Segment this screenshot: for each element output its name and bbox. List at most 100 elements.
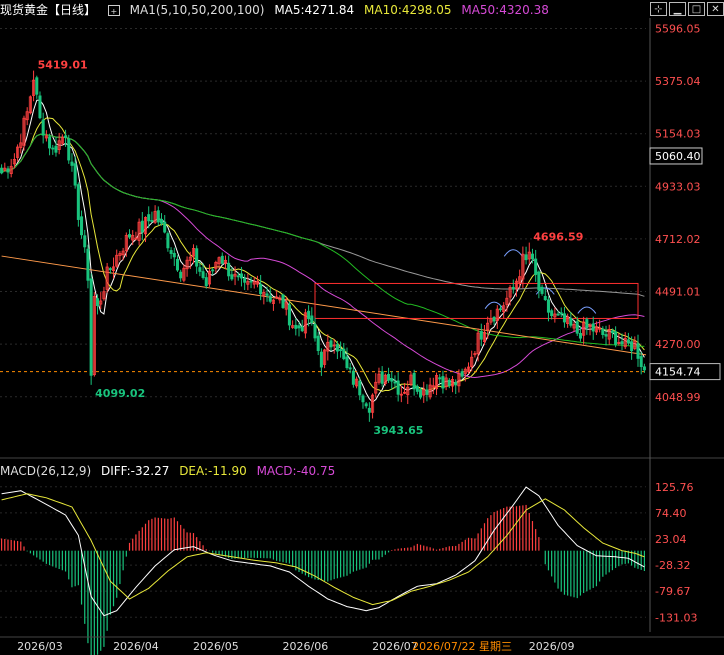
pattern-arc-2 <box>577 306 597 314</box>
candle-body <box>393 381 397 384</box>
ma200-line <box>1 133 645 297</box>
candle-body <box>313 324 317 339</box>
candle-body <box>438 377 442 380</box>
price-tick-label: 4491.01 <box>655 286 701 299</box>
candle-body <box>447 379 451 386</box>
candle-body <box>265 293 269 296</box>
candle-body <box>230 274 234 280</box>
candle-body <box>243 278 247 283</box>
candle-body <box>419 389 423 398</box>
macd-tick-label: -131.03 <box>655 611 697 624</box>
candle-body <box>390 378 394 382</box>
candle-body <box>575 321 579 334</box>
candle-body <box>147 214 151 222</box>
candle-body <box>412 372 416 390</box>
candle-body <box>550 310 554 317</box>
macd-tick-label: 23.04 <box>655 533 687 546</box>
candle-body <box>48 136 52 149</box>
candle-body <box>335 344 339 352</box>
price-tick-label: 4933.03 <box>655 180 701 193</box>
candle-body <box>198 267 202 272</box>
candle-body <box>441 376 445 389</box>
candle-body <box>569 317 573 326</box>
candle-body <box>35 77 39 95</box>
window-tools: ⊹ ▁ □ ✕ <box>650 2 724 16</box>
candle-body <box>546 299 550 313</box>
candle-body <box>211 269 215 272</box>
crosshair-icon[interactable]: ⊹ <box>650 2 667 16</box>
candle-body <box>204 277 208 287</box>
macd-panel <box>0 457 724 655</box>
candle-body <box>559 312 563 315</box>
candle-body <box>316 335 320 352</box>
candle-body <box>300 326 304 332</box>
candle-body <box>415 386 419 392</box>
candle-body <box>150 220 154 222</box>
candle-body <box>537 271 541 291</box>
candle-body <box>479 331 483 340</box>
candle-body <box>454 382 458 386</box>
candle-body <box>108 268 112 271</box>
maximize-icon[interactable]: □ <box>688 2 705 16</box>
candle-body <box>6 168 10 173</box>
candle-body <box>387 373 391 381</box>
candle-body <box>425 389 429 395</box>
candle-body <box>591 323 595 332</box>
candle-body <box>342 348 346 360</box>
ma10-line <box>1 117 645 392</box>
candle-body <box>339 349 343 352</box>
candle-body <box>380 371 384 384</box>
candle-body <box>259 283 263 295</box>
ma50-value: MA50:4320.38 <box>461 3 549 17</box>
candle-body <box>319 351 323 368</box>
candle-body <box>249 280 253 283</box>
candle-body <box>159 218 164 224</box>
candle-body <box>540 286 544 294</box>
main-header: 现货黄金【日线】 + MA1(5,10,50,200,100) MA5:4271… <box>0 1 555 19</box>
macd-value: MACD:-40.75 <box>256 464 336 478</box>
candle-body <box>294 324 298 329</box>
candle-body <box>310 315 314 323</box>
macd-indicator-name[interactable]: MACD(26,12,9) <box>0 464 91 478</box>
ma5-value: MA5:4271.84 <box>274 3 355 17</box>
candle-body <box>83 235 87 248</box>
candle-body <box>51 147 55 150</box>
candle-body <box>239 273 243 279</box>
candle-body <box>80 216 84 236</box>
candle-body <box>128 234 132 238</box>
candle-body <box>524 254 528 261</box>
macd-tick-label: 125.76 <box>655 481 694 494</box>
instrument-title[interactable]: 现货黄金【日线】 <box>0 3 96 17</box>
candle-body <box>636 343 640 359</box>
candle-body <box>578 332 582 339</box>
candle-body <box>642 366 646 371</box>
candle-body <box>610 330 614 334</box>
minimize-icon[interactable]: ▁ <box>669 2 686 16</box>
candle-body <box>348 367 352 370</box>
candle-body <box>195 248 199 267</box>
candle-body <box>281 294 285 308</box>
macd-header: MACD(26,12,9) DIFF:-32.27 DEA:-11.90 MAC… <box>0 462 341 480</box>
extreme-price-label: 4696.59 <box>533 231 583 244</box>
macd-tick-label: -79.67 <box>655 585 690 598</box>
candle-body <box>492 316 496 322</box>
price-tick-label: 5596.05 <box>655 22 701 35</box>
candle-body <box>70 161 74 166</box>
macd-tick-label: -28.32 <box>655 559 690 572</box>
candle-body <box>166 233 170 249</box>
x-tick-label: 2026/04 <box>113 640 159 653</box>
candle-body <box>179 271 183 279</box>
annotations: 5419.01 4099.02 3943.65 4696.59 <box>38 59 584 437</box>
price-tick-label: 4048.99 <box>655 391 701 404</box>
candle-body <box>534 258 538 275</box>
ma-indicator-name[interactable]: MA1(5,10,50,200,100) <box>130 3 265 17</box>
candle-body <box>345 356 349 369</box>
plus-icon[interactable]: + <box>107 5 120 16</box>
candle-body <box>601 328 605 335</box>
close-icon[interactable]: ✕ <box>707 2 724 16</box>
pattern-arc-0 <box>503 249 523 257</box>
candle-body <box>620 341 624 345</box>
candle-body <box>163 221 167 233</box>
extreme-price-label: 5419.01 <box>38 59 88 72</box>
price-chart: 5596.05 5375.04 5154.03 4933.03 4712.02 4491.… <box>0 18 724 655</box>
